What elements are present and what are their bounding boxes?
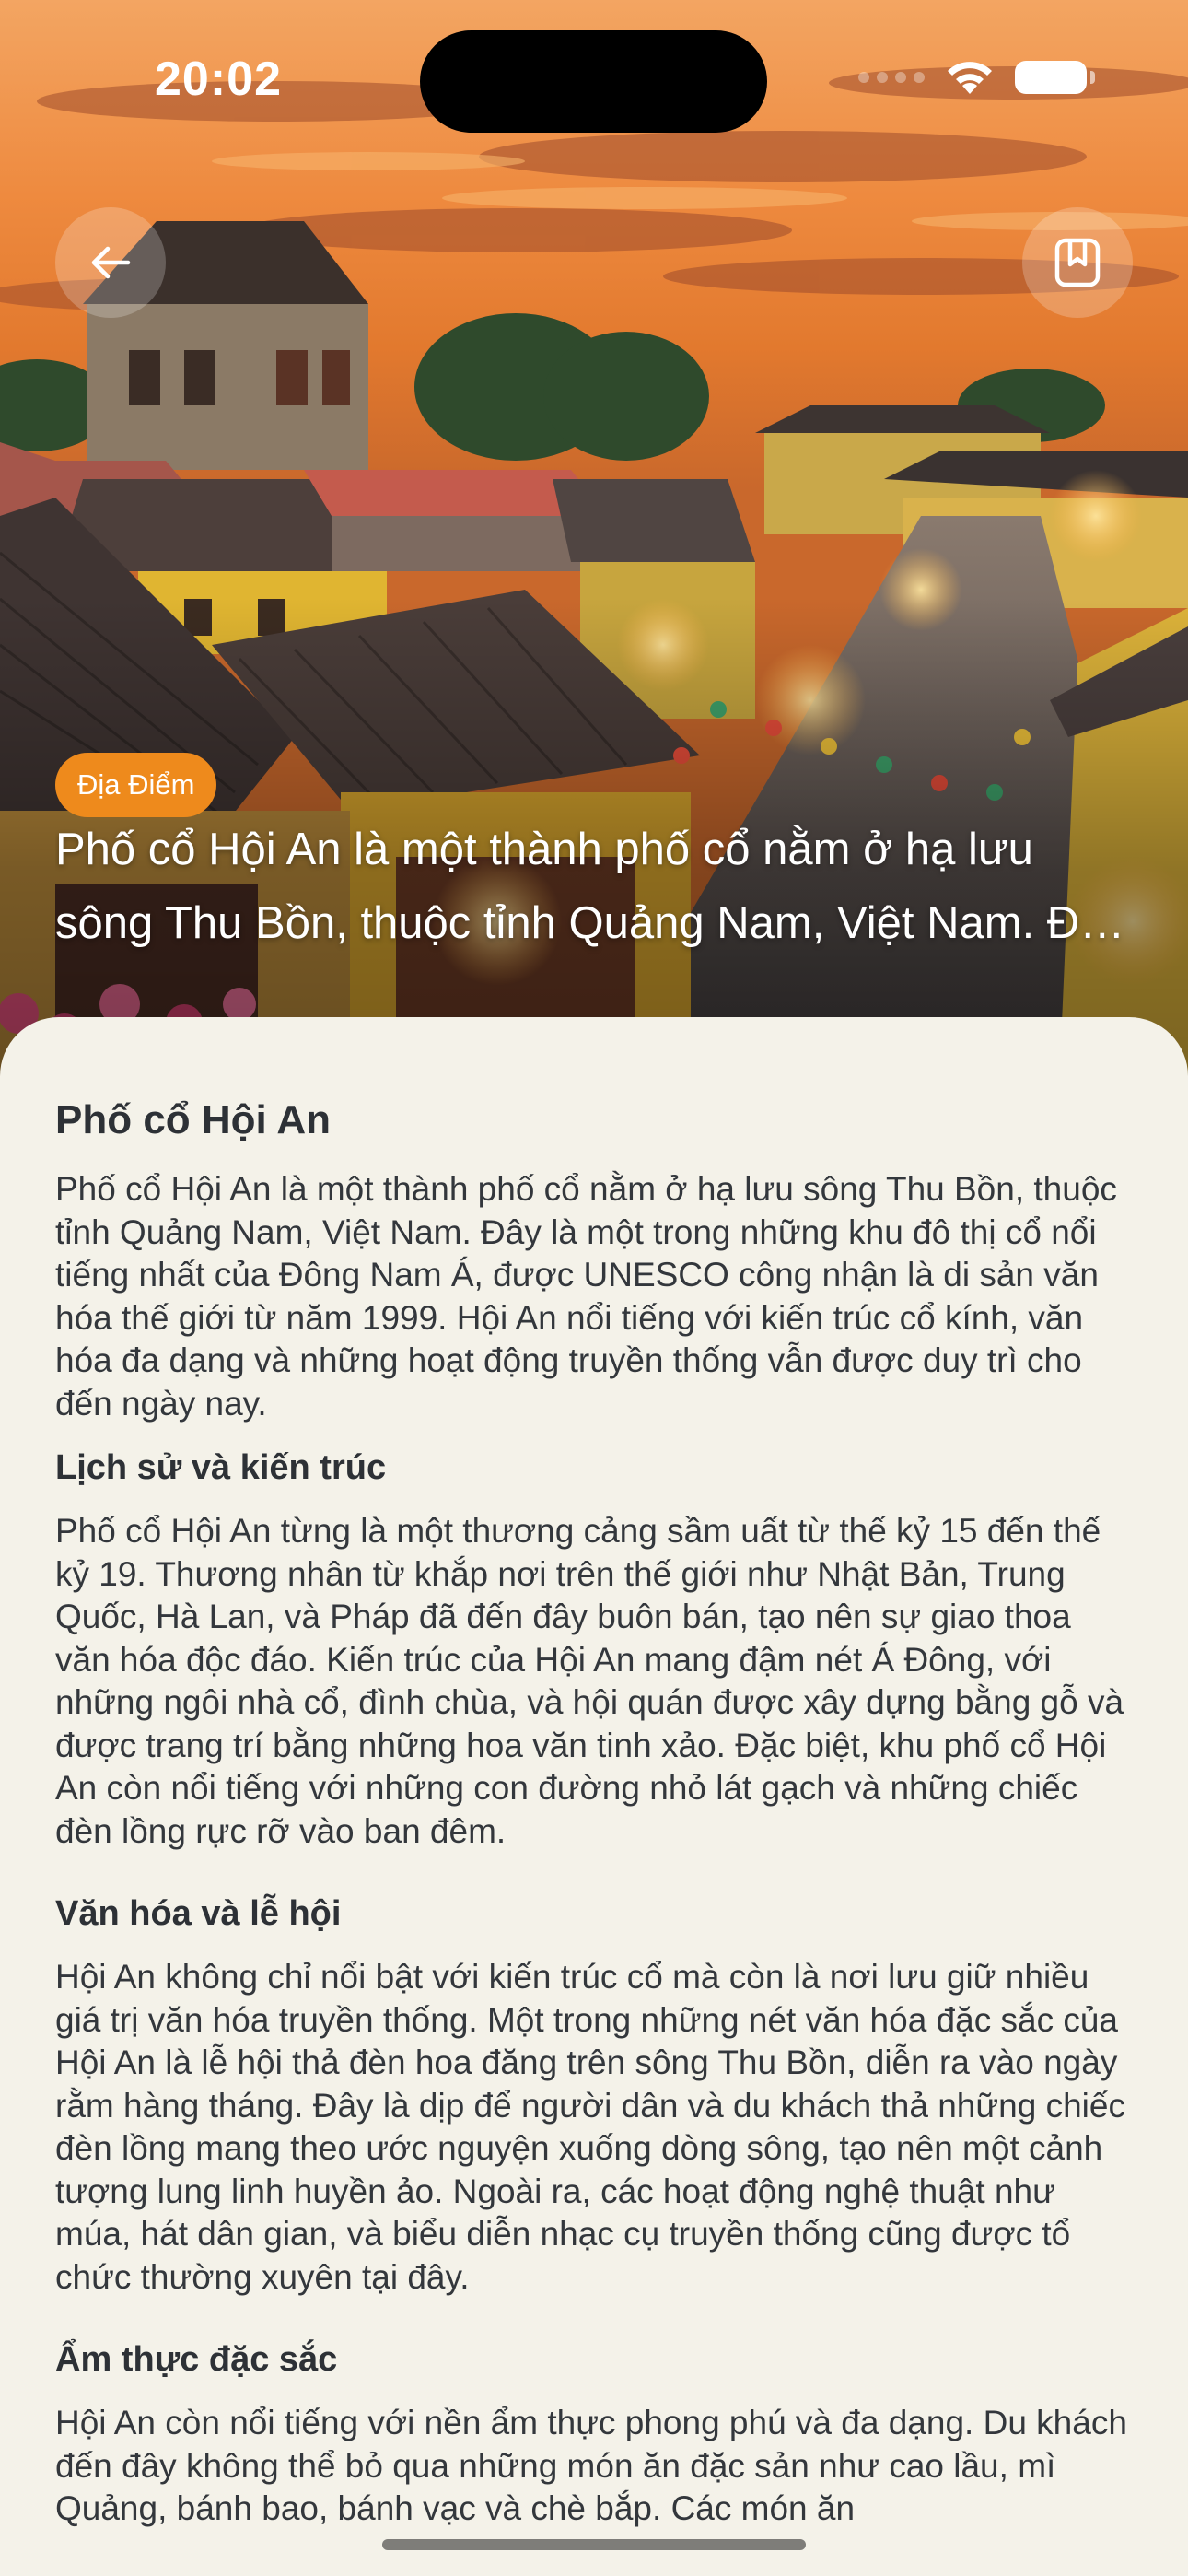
status-icons [858,59,1095,96]
section-body-history: Phố cổ Hội An từng là một thương cảng sầ… [55,1512,1124,1850]
bookmark-button[interactable] [1022,207,1133,318]
arrow-left-icon [91,246,131,279]
cellular-signal-icon [858,72,925,83]
home-indicator[interactable] [382,2539,806,2550]
back-button[interactable] [55,207,166,318]
wifi-icon [948,62,992,94]
category-tag[interactable]: Địa Điểm [55,753,217,817]
section-heading-culture: Văn hóa và lễ hội [55,1894,342,1933]
section-body-cuisine: Hội An còn nổi tiếng với nền ẩm thực pho… [55,2404,1127,2527]
article-intro: Phố cổ Hội An là một thành phố cổ nằm ở … [55,1170,1117,1423]
dynamic-island [420,30,767,133]
battery-icon [1015,61,1095,94]
article-body: Phố cổ Hội An Phố cổ Hội An là một thành… [55,1091,1135,2531]
section-body-culture: Hội An không chỉ nổi bật với kiến trúc c… [55,1958,1125,2296]
section-heading-cuisine: Ẩm thực đặc sắc [55,2340,338,2379]
bookmark-icon [1054,238,1101,287]
article-card[interactable]: Phố cổ Hội An Phố cổ Hội An là một thành… [0,1017,1188,2576]
status-time: 20:02 [155,53,282,106]
article-title: Phố cổ Hội An [55,1097,332,1142]
hero-caption: Phố cổ Hội An là một thành phố cổ nằm ở … [55,825,1127,948]
section-heading-history: Lịch sử và kiến trúc [55,1448,387,1487]
